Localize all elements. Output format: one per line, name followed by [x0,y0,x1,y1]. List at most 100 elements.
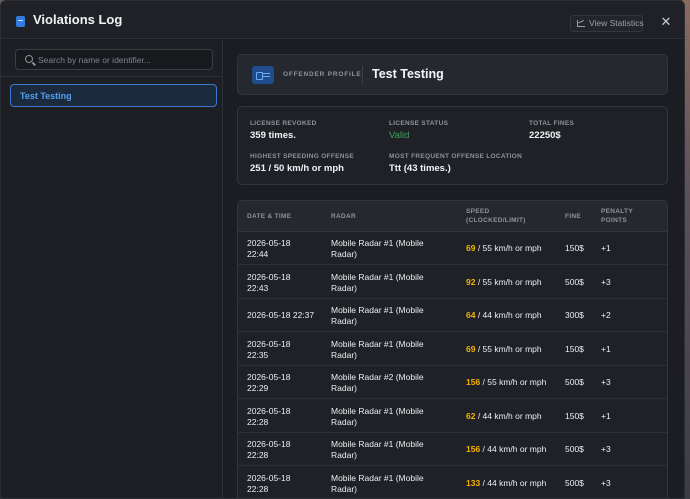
cell-points: +3 [601,377,611,387]
frequent-location-label: MOST FREQUENT OFFENSE LOCATION [389,153,523,160]
cell-radar-line2: Radar) [331,282,357,293]
cell-points: +1 [601,243,611,253]
header-fine: FINE [565,213,582,220]
log-book-icon [16,16,25,27]
cell-fine: 150$ [565,410,584,421]
cell-points: +2 [601,310,611,320]
cell-speed-limit: / 44 km/h or mph [480,444,547,454]
cell-radar: Mobile Radar #1 (Mobile Radar) [331,473,424,495]
cell-radar: Mobile Radar #1 (Mobile Radar) [331,272,424,294]
id-card-icon [252,66,274,84]
violations-table: DATE & TIME RADAR SPEED (CLOCKED/LIMIT) … [237,200,668,499]
cell-points: +3 [601,477,611,488]
cell-radar-line2: Radar) [331,349,357,360]
cell-fine: 500$ [565,276,584,287]
cell-radar-line1: Mobile Radar #1 (Mobile [331,271,424,282]
cell-datetime: 2026-05-18 22:28 [247,473,290,495]
cell-points: +1 [601,343,611,354]
sidebar: Test Testing [1,40,223,498]
table-row[interactable]: 2026-05-18 22:28 Mobile Radar #1 (Mobile Ra… [238,433,667,466]
close-button[interactable]: ✕ [658,14,674,30]
cell-date: 2026-05-18 [247,439,291,449]
cell-radar-line2: Radar) [331,383,357,393]
cell-datetime: 2026-05-18 22:44 [247,238,290,260]
table-row[interactable]: 2026-05-18 22:35 Mobile Radar #1 (Mobile Ra… [238,333,667,366]
cell-radar: Mobile Radar #1 (Mobile Radar) [331,238,424,260]
frequent-location-value: Ttt (43 times.) [389,163,451,174]
table-row[interactable]: 2026-05-18 22:37 Mobile Radar #1 (Mobile R… [238,299,667,332]
view-statistics-button[interactable]: View Statistics [570,15,644,32]
cell-radar: Mobile Radar #1 (Mobile Radar) [331,406,424,428]
header-points-line1: PENALTY [601,208,633,215]
cell-speed-limit: / 44 km/h or mph [475,410,542,421]
violations-log-window: Violations Log View Statistics ✕ Test Te… [0,0,685,499]
cell-radar-line1: Mobile Radar #1 (Mobile [331,405,424,416]
cell-time: 22:43 [247,282,269,293]
cell-datetime: 2026-05-18 22:37 [247,310,314,321]
total-fines-value: 22250$ [529,130,561,141]
header-points-line2: POINTS [601,217,627,224]
cell-fine: 500$ [565,377,584,387]
cell-speed-limit: / 55 km/h or mph [475,243,542,253]
cell-points: +3 [601,444,611,454]
license-revoked-label: LICENSE REVOKED [250,120,317,127]
search-area [1,40,222,77]
header-points: PENALTY POINTS [601,207,633,225]
cell-datetime: 2026-05-18 22:28 [247,439,290,461]
search-box[interactable] [15,49,213,70]
cell-speed: 156 / 44 km/h or mph [466,444,546,455]
cell-radar: Mobile Radar #1 (Mobile Radar) [331,339,424,361]
header-speed-line1: SPEED [466,208,490,215]
cell-fine: 300$ [565,310,584,320]
divider [362,66,363,85]
total-fines-label: TOTAL FINES [529,120,575,127]
cell-time: 22:35 [247,349,269,360]
cell-datetime: 2026-05-18 22:29 [247,372,290,394]
main-panel: OFFENDER PROFILE: Test Testing LICENSE R… [224,40,684,499]
cell-fine: 500$ [565,444,584,454]
cell-fine: 150$ [565,343,584,354]
table-row[interactable]: 2026-05-18 22:29 Mobile Radar #2 (Mobile Ra… [238,366,667,399]
cell-datetime: 2026-05-18 22:43 [247,272,290,294]
cell-datetime: 2026-05-18 22:35 [247,339,290,361]
cell-time: 22:28 [247,483,269,494]
title-bar: Violations Log View Statistics ✕ [1,1,684,39]
highest-speeding-value: 251 / 50 km/h or mph [250,163,344,174]
table-row[interactable]: 2026-05-18 22:28 Mobile Radar #1 (Mobile Ra… [238,467,667,499]
highest-speeding-label: HIGHEST SPEEDING OFFENSE [250,153,354,160]
view-statistics-label: View Statistics [589,18,644,28]
cell-radar-line2: Radar) [331,483,357,494]
cell-date: 2026-05-18 [247,405,291,416]
offender-name: Test Testing [372,67,444,81]
cell-speed: 64 / 44 km/h or mph [466,310,542,321]
search-input[interactable] [38,52,208,67]
cell-speed-clocked: 156 [466,444,481,454]
cell-fine: 500$ [565,477,584,488]
header-radar: RADAR [331,213,356,220]
cell-speed-limit: / 55 km/h or mph [475,343,542,354]
table-row[interactable]: 2026-05-18 22:44 Mobile Radar #1 (Mobile Ra… [238,232,667,265]
cell-date: 2026-05-18 [247,338,291,349]
sidebar-item-test-testing[interactable]: Test Testing [10,84,217,107]
cell-date: 2026-05-18 [247,238,291,248]
cell-radar-line1: Mobile Radar #1 (Mobile [331,238,424,248]
offender-profile-card: OFFENDER PROFILE: Test Testing [237,54,668,95]
cell-date: 2026-05-18 [247,271,291,282]
cell-speed-limit: / 55 km/h or mph [475,276,542,287]
chart-icon [577,20,585,27]
cell-radar-line2: Radar) [331,249,357,259]
cell-speed-clocked: 156 [466,377,481,387]
cell-datetime: 2026-05-18 22:28 [247,406,290,428]
cell-radar: Mobile Radar #1 (Mobile Radar) [331,305,424,327]
offender-profile-label: OFFENDER PROFILE: [283,71,365,78]
cell-speed-limit: / 55 km/h or mph [480,377,547,387]
table-row[interactable]: 2026-05-18 22:28 Mobile Radar #1 (Mobile Ra… [238,400,667,433]
stats-card: LICENSE REVOKED 359 times. LICENSE STATU… [237,106,668,185]
cell-fine: 150$ [565,243,584,253]
cell-points: +1 [601,410,611,421]
table-row[interactable]: 2026-05-18 22:43 Mobile Radar #1 (Mobile Ra… [238,266,667,299]
cell-time: 22:28 [247,450,269,460]
cell-speed-limit: / 44 km/h or mph [475,310,542,320]
cell-speed-limit: / 44 km/h or mph [480,477,547,488]
cell-points: +3 [601,276,611,287]
